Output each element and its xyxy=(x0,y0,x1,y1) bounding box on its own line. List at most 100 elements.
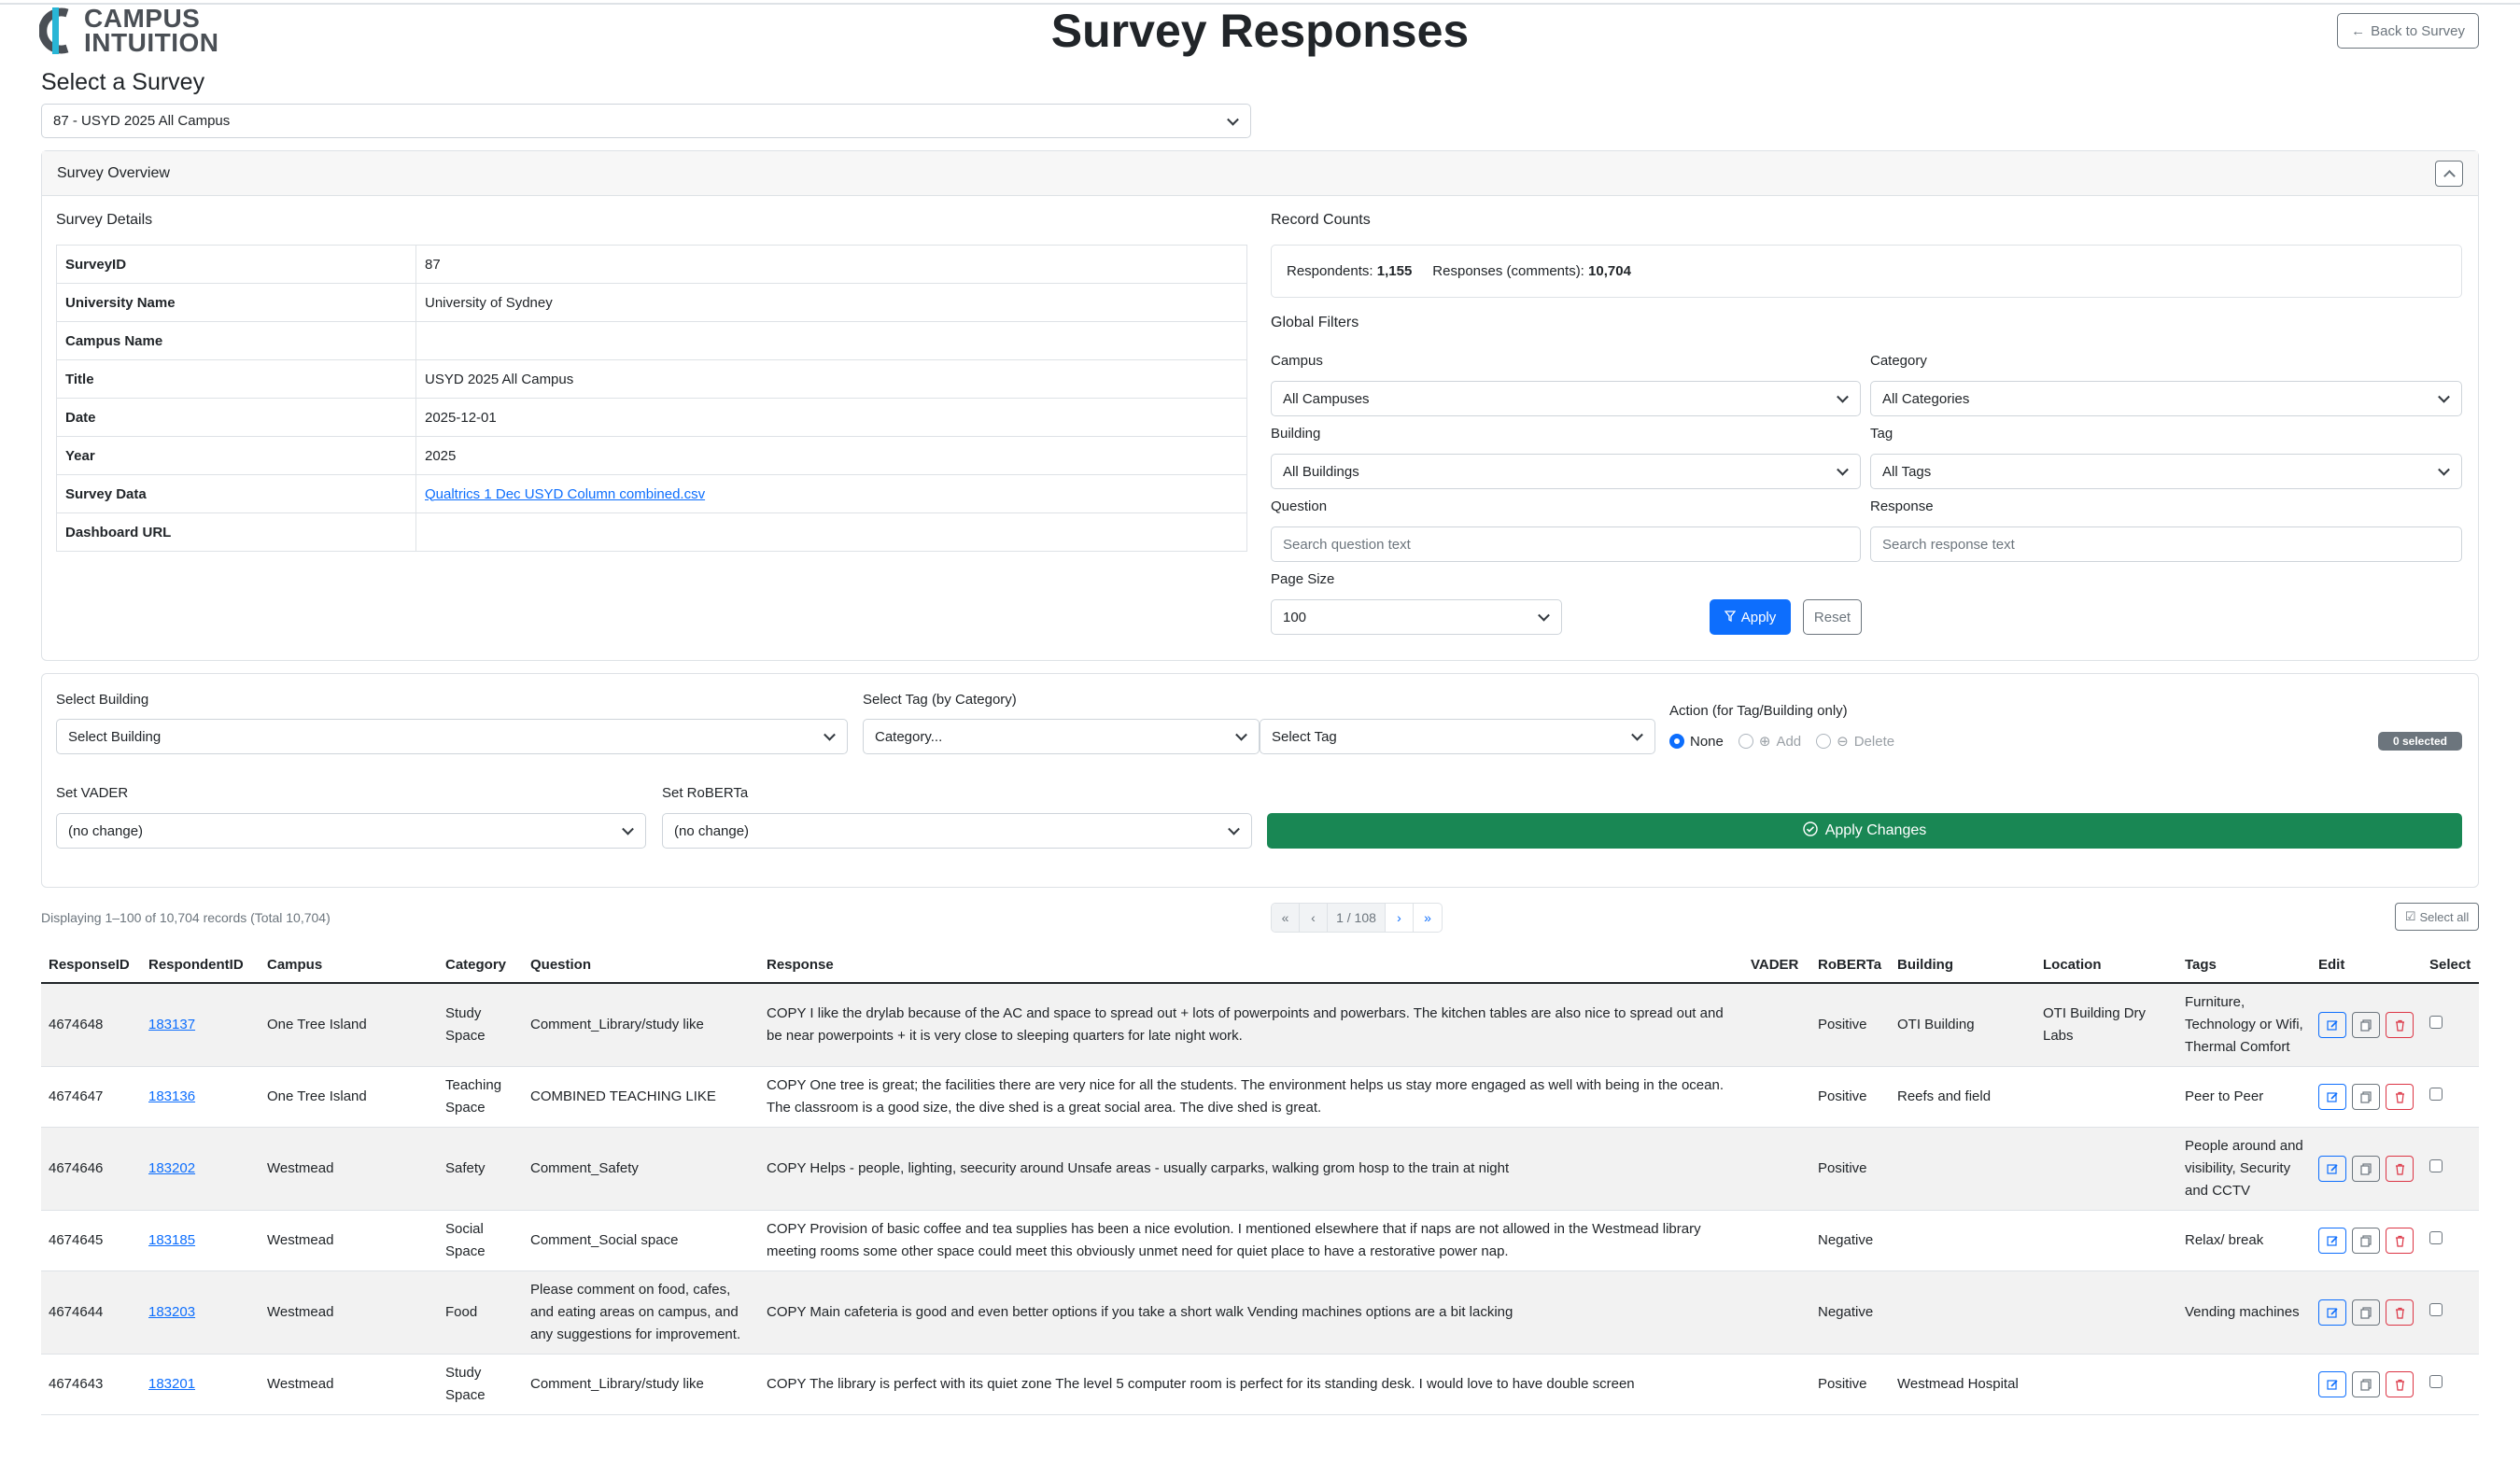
delete-button[interactable] xyxy=(2386,1228,2414,1254)
apply-changes-label: Apply Changes xyxy=(1824,822,1927,838)
column-header[interactable]: Response xyxy=(759,948,1743,984)
action-delete-radio[interactable]: ⊖ Delete xyxy=(1816,733,1894,750)
column-header[interactable]: RespondentID xyxy=(141,948,260,984)
column-header[interactable]: Edit xyxy=(2311,948,2422,984)
set-roberta-select[interactable]: (no change) xyxy=(662,813,1252,849)
respondent-link[interactable]: 183203 xyxy=(148,1304,195,1320)
chevron-down-icon xyxy=(1538,609,1550,622)
question-filter-label: Question xyxy=(1271,498,1328,514)
brand-line2: INTUITION xyxy=(84,28,219,57)
first-page-button[interactable]: « xyxy=(1272,904,1300,932)
chevron-left-icon: ‹ xyxy=(1311,910,1316,925)
row-select-checkbox[interactable] xyxy=(2429,1231,2443,1244)
page-title: Survey Responses xyxy=(1050,5,1470,57)
row-select-checkbox[interactable] xyxy=(2429,1016,2443,1029)
copy-button[interactable] xyxy=(2352,1228,2380,1254)
cell-response: COPY Main cafeteria is good and even bet… xyxy=(759,1270,1743,1355)
bulk-building-value: Select Building xyxy=(68,728,162,745)
delete-button[interactable] xyxy=(2386,1371,2414,1397)
edit-button[interactable] xyxy=(2318,1012,2346,1038)
campus-filter-select[interactable]: All Campuses xyxy=(1271,381,1861,416)
column-header[interactable]: Campus xyxy=(260,948,438,984)
column-header[interactable]: Tags xyxy=(2177,948,2311,984)
page-size-select[interactable]: 100 xyxy=(1271,599,1562,635)
question-search-input[interactable]: Search question text xyxy=(1271,526,1861,562)
record-counts-title: Record Counts xyxy=(1271,212,1371,228)
cell-vader xyxy=(1743,1354,1810,1415)
survey-data-link[interactable]: Qualtrics 1 Dec USYD Column combined.csv xyxy=(425,486,705,502)
copy-button[interactable] xyxy=(2352,1156,2380,1182)
check-circle-icon xyxy=(1803,821,1818,841)
action-add-radio[interactable]: ⊕ Add xyxy=(1738,733,1801,750)
row-select-checkbox[interactable] xyxy=(2429,1375,2443,1388)
tag-filter-select[interactable]: All Tags xyxy=(1870,454,2462,489)
column-header[interactable]: ResponseID xyxy=(41,948,141,984)
edit-button[interactable] xyxy=(2318,1371,2346,1397)
edit-button[interactable] xyxy=(2318,1228,2346,1254)
bulk-building-select[interactable]: Select Building xyxy=(56,719,848,754)
bulk-tag-select[interactable]: Select Tag xyxy=(1260,719,1655,754)
row-select-checkbox[interactable] xyxy=(2429,1159,2443,1172)
respondent-link[interactable]: 183136 xyxy=(148,1088,195,1104)
building-filter-value: All Buildings xyxy=(1283,463,1359,480)
cell-id: 4674647 xyxy=(41,1066,141,1128)
copy-button[interactable] xyxy=(2352,1012,2380,1038)
building-filter-select[interactable]: All Buildings xyxy=(1271,454,1861,489)
survey-select[interactable]: 87 - USYD 2025 All Campus xyxy=(41,104,1251,138)
row-select-checkbox[interactable] xyxy=(2429,1088,2443,1101)
prev-page-button[interactable]: ‹ xyxy=(1300,904,1328,932)
brand-logo[interactable]: CAMPUS INTUITION xyxy=(38,6,219,57)
table-header-row: ResponseID RespondentID Campus Category Ques… xyxy=(41,948,2479,984)
delete-button[interactable] xyxy=(2386,1299,2414,1326)
delete-button[interactable] xyxy=(2386,1156,2414,1182)
apply-changes-button[interactable]: Apply Changes xyxy=(1267,813,2462,849)
delete-button[interactable] xyxy=(2386,1012,2414,1038)
edit-button[interactable] xyxy=(2318,1156,2346,1182)
table-row: 4674644 183203 Westmead Food Please comment … xyxy=(41,1270,2479,1355)
edit-button[interactable] xyxy=(2318,1084,2346,1110)
column-header[interactable]: RoBERTa xyxy=(1810,948,1890,984)
copy-button[interactable] xyxy=(2352,1299,2380,1326)
category-filter-label: Category xyxy=(1870,353,1927,369)
column-header[interactable]: Question xyxy=(523,948,759,984)
set-vader-label: Set VADER xyxy=(56,785,129,801)
select-building-label: Select Building xyxy=(56,692,149,708)
logo-mark-icon xyxy=(38,6,77,56)
check-square-icon: ☑ xyxy=(2404,909,2416,923)
bulk-category-value: Category... xyxy=(875,728,943,745)
bulk-tag-value: Select Tag xyxy=(1272,728,1337,745)
select-all-button[interactable]: ☑ Select all xyxy=(2395,903,2479,931)
pencil-icon xyxy=(2326,1091,2338,1102)
action-none-radio[interactable]: None xyxy=(1669,734,1724,750)
survey-select-value: 87 - USYD 2025 All Campus xyxy=(53,113,231,129)
cell-roberta: Positive xyxy=(1810,1354,1890,1415)
column-header[interactable]: Building xyxy=(1890,948,2035,984)
column-header[interactable]: Select xyxy=(2422,948,2479,984)
bulk-category-select[interactable]: Category... xyxy=(863,719,1260,754)
back-to-survey-button[interactable]: ← Back to Survey xyxy=(2337,13,2479,49)
copy-button[interactable] xyxy=(2352,1371,2380,1397)
edit-button[interactable] xyxy=(2318,1299,2346,1326)
respondent-link[interactable]: 183137 xyxy=(148,1017,195,1032)
row-select-checkbox[interactable] xyxy=(2429,1303,2443,1316)
column-header[interactable]: VADER xyxy=(1743,948,1810,984)
cell-building xyxy=(1890,1270,2035,1355)
respondent-link[interactable]: 183185 xyxy=(148,1232,195,1248)
collapse-toggle-button[interactable] xyxy=(2435,161,2463,187)
cell-category: Study Space xyxy=(438,1354,523,1415)
copy-button[interactable] xyxy=(2352,1084,2380,1110)
column-header[interactable]: Category xyxy=(438,948,523,984)
category-filter-select[interactable]: All Categories xyxy=(1870,381,2462,416)
apply-filters-button[interactable]: Apply xyxy=(1710,599,1791,635)
respondent-link[interactable]: 183201 xyxy=(148,1376,195,1392)
details-key: Survey Data xyxy=(56,474,416,513)
column-header[interactable]: Location xyxy=(2035,948,2177,984)
set-vader-select[interactable]: (no change) xyxy=(56,813,646,849)
delete-button[interactable] xyxy=(2386,1084,2414,1110)
chevron-down-icon xyxy=(1235,728,1247,741)
respondent-link[interactable]: 183202 xyxy=(148,1160,195,1176)
last-page-button[interactable]: » xyxy=(1414,904,1442,932)
response-search-input[interactable]: Search response text xyxy=(1870,526,2462,562)
reset-filters-button[interactable]: Reset xyxy=(1803,599,1862,635)
next-page-button[interactable]: › xyxy=(1386,904,1414,932)
